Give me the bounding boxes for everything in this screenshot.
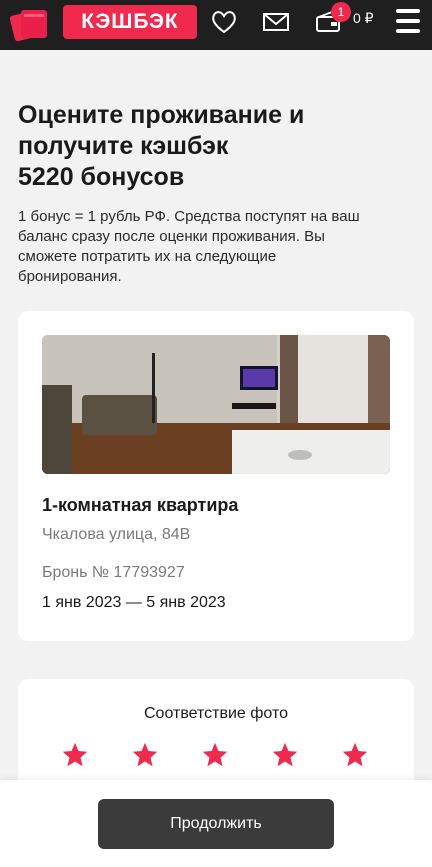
booking-number: Бронь № 17793927 [42,564,185,581]
cart-count-badge: 1 [331,2,351,22]
star-icon[interactable] [61,741,89,769]
balance-amount[interactable]: 0 ₽ [353,9,374,27]
mail-icon[interactable] [262,9,290,35]
top-header: КЭШБЭК 1 0 ₽ [0,0,432,50]
cashback-description: 1 бонус = 1 рубль РФ. Средства поступят … [18,208,360,285]
title-line-3: 5220 бонусов [18,163,185,191]
continue-button[interactable]: Продолжить [98,799,334,849]
booking-card: 1-комнатная квартира Чкалова улица, 84В … [18,311,414,641]
rating-label: Соответствие фото [143,705,289,722]
bottom-bar: Продолжить [0,780,432,867]
star-icon[interactable] [131,741,159,769]
apartment-name: 1-комнатная квартира [42,495,239,515]
star-icon[interactable] [341,741,369,769]
apartment-address: Чкалова улица, 84В [42,526,191,543]
booking-dates: 1 янв 2023 — 5 янв 2023 [42,594,226,611]
star-icon[interactable] [271,741,299,769]
page-title: Оцените проживание и получите кэшбэк 522… [18,100,378,193]
star-icon[interactable] [201,741,229,769]
apartment-photo [42,335,390,474]
logo-icon[interactable] [10,6,50,44]
title-line-1: Оцените проживание и [18,101,305,129]
cashback-brand-button[interactable]: КЭШБЭК [63,5,197,39]
star-rating[interactable] [61,741,371,771]
title-line-2: получите кэшбэк [18,132,229,160]
heart-icon[interactable] [210,9,238,35]
apartment-photo-illustration [42,335,390,474]
menu-icon[interactable] [396,9,420,33]
